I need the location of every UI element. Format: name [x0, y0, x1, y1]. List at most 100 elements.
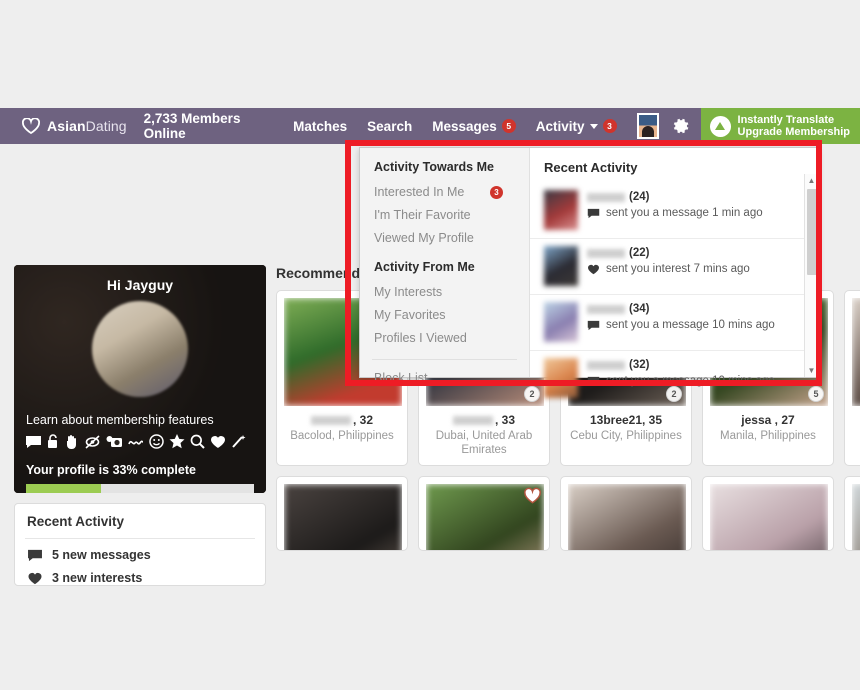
hand-icon[interactable] — [65, 434, 79, 449]
heart-icon — [28, 572, 42, 584]
menu-item-interested-in-me[interactable]: Interested In Me 3 — [360, 181, 529, 204]
profile-photo[interactable] — [426, 484, 544, 550]
activity-user-name: (24) — [587, 191, 763, 203]
nav-matches[interactable]: Matches — [293, 119, 347, 134]
brand-name: AsianDating — [47, 118, 127, 134]
profile-card[interactable] — [418, 476, 550, 551]
brand-logo[interactable]: AsianDating — [0, 118, 144, 134]
star-icon[interactable] — [169, 434, 185, 449]
profile-card[interactable]: 5 Lovely, 35 Jakarta, Indonesia — [844, 290, 860, 466]
profile-photo[interactable] — [852, 484, 860, 550]
chevron-down-icon — [589, 123, 598, 129]
redacted-name — [587, 304, 625, 314]
left-sidebar: Hi Jayguy Learn about membership feature… — [14, 265, 266, 586]
activity-user-thumbnail[interactable] — [544, 358, 578, 398]
redacted-name — [587, 248, 625, 258]
scrollbar-thumb[interactable] — [806, 189, 817, 275]
gear-icon[interactable] — [671, 116, 691, 136]
chat-icon[interactable] — [25, 435, 42, 449]
triangle-down-icon[interactable]: ▼ — [808, 364, 816, 377]
profile-photo[interactable] — [568, 484, 686, 550]
menu-item-i-m-their-favorite[interactable]: I'm Their Favorite — [360, 204, 529, 227]
menu-item-label: Viewed My Profile — [374, 231, 474, 245]
menu-item-block-list[interactable]: Block List — [360, 367, 529, 390]
recent-activity-list: (24) sent you a message 1 min ago (22) sent… — [530, 183, 818, 406]
unlock-icon[interactable] — [47, 434, 60, 449]
smiley-icon[interactable] — [149, 434, 164, 449]
profile-location: Bacolod, Philippines — [290, 430, 394, 442]
avatar-thumbnail[interactable] — [636, 113, 659, 139]
profile-completion-text: Your profile is 33% complete — [26, 463, 196, 477]
activity-list-item[interactable]: (32) sent you a message 10 mins ago — [530, 350, 818, 406]
nav-messages[interactable]: Messages 5 — [432, 119, 516, 134]
activity-user-thumbnail[interactable] — [544, 246, 578, 286]
profile-name-age: , 32 — [284, 413, 400, 427]
profile-card[interactable] — [844, 476, 860, 551]
activity-list-item[interactable]: (34) sent you a message 10 mins ago — [530, 294, 818, 350]
menu-item-viewed-my-profile[interactable]: Viewed My Profile — [360, 227, 529, 250]
recent-activity-panel: Recent Activity (24) sent you a message 1… — [530, 148, 818, 398]
menu-item-profiles-i-viewed[interactable]: Profiles I Viewed — [360, 327, 529, 350]
menu-item-badge: 3 — [490, 185, 503, 199]
menu-item-my-favorites[interactable]: My Favorites — [360, 304, 529, 327]
triangle-up-icon[interactable]: ▲ — [808, 174, 816, 187]
recent-activity-interests-label: 3 new interests — [52, 571, 143, 585]
activity-item-text: sent you a message 10 mins ago — [587, 319, 775, 331]
profile-name-age: jessa , 27 — [741, 413, 795, 427]
profile-progress-fill — [26, 484, 102, 493]
activity-item-body: (34) sent you a message 10 mins ago — [587, 302, 775, 342]
activity-item-text: sent you a message 10 mins ago — [587, 375, 775, 387]
profile-location: Cebu City, Philippines — [570, 430, 682, 442]
activity-from-me-title: Activity From Me — [374, 260, 475, 274]
membership-features-link[interactable]: Learn about membership features — [14, 397, 266, 427]
activity-item-body: (22) sent you interest 7 mins ago — [587, 246, 750, 286]
activity-user-name: (32) — [587, 359, 775, 371]
menu-item-label: Interested In Me — [374, 185, 465, 199]
camera-profile-icon[interactable] — [106, 435, 123, 449]
recent-activity-interests-row[interactable]: 3 new interests — [15, 562, 265, 585]
heart-icon[interactable] — [210, 435, 226, 449]
profile-photo[interactable]: 5 — [852, 298, 860, 406]
menu-item-my-interests[interactable]: My Interests — [360, 281, 529, 304]
avatar[interactable] — [92, 301, 188, 397]
top-navigation-bar: AsianDating 2,733 Members Online Matches… — [0, 108, 860, 144]
hidden-eye-icon[interactable] — [84, 434, 101, 449]
chat-icon — [28, 549, 42, 561]
profile-name-age: Lovely, 35 — [852, 413, 860, 427]
scrollbar-track[interactable] — [805, 187, 819, 364]
upgrade-membership-button[interactable]: Instantly Translate Upgrade Membership — [700, 108, 860, 144]
profile-photo[interactable] — [710, 484, 828, 550]
activity-badge: 3 — [602, 119, 617, 133]
activity-user-name: (22) — [587, 247, 750, 259]
redacted-name — [310, 416, 351, 426]
sidebar-recent-activity-title: Recent Activity — [27, 514, 125, 529]
nav-activity[interactable]: Activity 3 — [536, 119, 617, 134]
profile-card-grid-row2 — [276, 476, 860, 551]
activity-list-item[interactable]: (24) sent you a message 1 min ago — [530, 183, 818, 238]
feature-icon-row — [14, 427, 266, 449]
chat-icon — [587, 208, 600, 218]
recent-activity-messages-label: 5 new messages — [52, 548, 151, 562]
profile-card[interactable] — [702, 476, 834, 551]
activity-menu-list: Activity Towards Me Interested In Me 3 I'm… — [360, 148, 530, 385]
search-icon[interactable] — [190, 434, 205, 449]
scrollbar[interactable]: ▲ ▼ — [804, 174, 818, 377]
profile-photo[interactable] — [284, 484, 402, 550]
activity-list-item[interactable]: (22) sent you interest 7 mins ago — [530, 238, 818, 294]
wand-icon[interactable] — [231, 434, 246, 449]
menu-item-label: My Favorites — [374, 308, 446, 322]
activity-user-thumbnail[interactable] — [544, 302, 578, 342]
profile-progress-bar — [26, 484, 254, 493]
redacted-name — [587, 360, 625, 370]
profile-card[interactable] — [276, 476, 408, 551]
upgrade-button-labels: Instantly Translate Upgrade Membership — [738, 114, 850, 138]
heart-logo-icon — [22, 118, 40, 134]
nav-search[interactable]: Search — [367, 119, 412, 134]
profile-card[interactable] — [560, 476, 692, 551]
activity-line-icon[interactable] — [128, 436, 144, 448]
menu-item-label: Profiles I Viewed — [374, 331, 467, 345]
activity-towards-me-title: Activity Towards Me — [374, 160, 494, 174]
activity-user-thumbnail[interactable] — [544, 190, 578, 230]
profile-summary-card: Hi Jayguy Learn about membership feature… — [14, 265, 266, 493]
recent-activity-messages-row[interactable]: 5 new messages — [15, 539, 265, 562]
